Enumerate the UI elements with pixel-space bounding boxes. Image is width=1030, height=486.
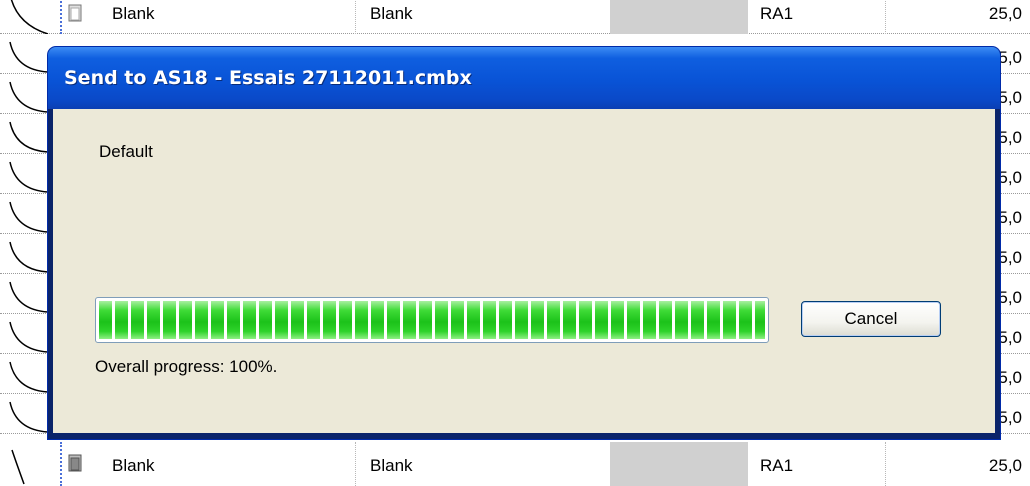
- dialog-titlebar[interactable]: Send to AS18 - Essais 27112011.cmbx: [48, 47, 1000, 109]
- peak-curve-icon: [9, 41, 49, 73]
- cell-volume: 5,0: [998, 408, 1022, 427]
- cell-volume: 25,0: [988, 456, 1022, 475]
- dialog-title: Send to AS18 - Essais 27112011.cmbx: [64, 67, 472, 89]
- peak-curve-icon: [9, 81, 49, 113]
- cell-volume: 5,0: [998, 48, 1022, 67]
- peak-curve-icon: [9, 201, 49, 233]
- cell-position: RA1: [760, 4, 794, 23]
- cell-name: Blank: [112, 456, 155, 475]
- peak-curve-icon: [11, 449, 25, 485]
- table-row[interactable]: Blank Blank RA1 25,0: [0, 0, 1030, 34]
- cell-type: Blank: [370, 456, 413, 475]
- peak-curve-icon: [9, 281, 49, 313]
- peak-curve-icon: [9, 401, 49, 433]
- cell-position: RA1: [760, 456, 794, 475]
- peak-curve-icon: [9, 121, 49, 153]
- cell-volume: 5,0: [998, 248, 1022, 267]
- cell-volume: 5,0: [998, 288, 1022, 307]
- cell-type: Blank: [370, 4, 413, 23]
- cell-volume: 5,0: [998, 128, 1022, 147]
- peak-curve-icon: [9, 161, 49, 193]
- peak-curve-icon: [9, 321, 49, 353]
- cell-volume: 5,0: [998, 368, 1022, 387]
- vial-icon: [68, 454, 82, 472]
- cell-volume: 25,0: [988, 4, 1022, 23]
- send-dialog: Send to AS18 - Essais 27112011.cmbx Defa…: [48, 47, 1000, 439]
- dialog-body: Default Cancel Overall progress: 100%.: [53, 109, 995, 433]
- cell-volume: 5,0: [998, 168, 1022, 187]
- profile-label: Default: [99, 142, 153, 161]
- overall-progress-label: Overall progress: 100%.: [95, 357, 278, 376]
- peak-curve-icon: [10, 0, 49, 34]
- progress-bar-fill: [99, 301, 765, 339]
- cell-volume: 5,0: [998, 208, 1022, 227]
- cell-name: Blank: [112, 4, 155, 23]
- peak-curve-icon: [9, 361, 49, 393]
- vial-icon: [68, 4, 82, 22]
- progress-bar: [95, 297, 769, 343]
- cell-volume: 5,0: [998, 328, 1022, 347]
- peak-curve-icon: [9, 241, 49, 273]
- table-row[interactable]: Blank Blank RA1 25,0: [0, 442, 1030, 486]
- cancel-button[interactable]: Cancel: [801, 301, 941, 337]
- cell-volume: 5,0: [998, 88, 1022, 107]
